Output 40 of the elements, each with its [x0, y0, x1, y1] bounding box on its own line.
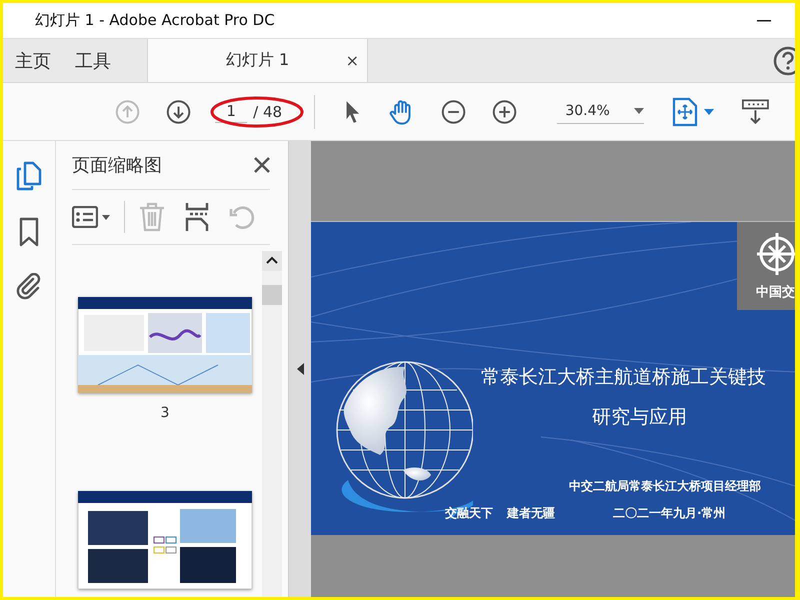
tab[interactable]: 幻灯片 1 ×	[147, 39, 368, 82]
paperclip-icon[interactable]	[15, 273, 43, 301]
minimize-icon[interactable]	[757, 20, 771, 22]
insert-pages-icon[interactable]	[185, 202, 209, 232]
page-count: / 48	[253, 102, 282, 120]
fit-page-icon[interactable]	[672, 96, 698, 126]
keyboard-scroll-icon[interactable]	[742, 98, 770, 126]
caret-icon[interactable]	[704, 108, 714, 114]
zoom-out-icon[interactable]	[441, 98, 466, 126]
zoom-dropdown[interactable]: 30.4%	[557, 99, 644, 124]
pages-icon[interactable]	[16, 161, 42, 191]
thumbnail-options-button[interactable]	[72, 206, 110, 228]
scrollbar[interactable]	[262, 251, 282, 597]
slogan-text: 交融天下	[445, 505, 493, 522]
panel-title: 页面缩略图	[72, 154, 162, 177]
page-thumbnail[interactable]	[78, 297, 252, 393]
scrollbar-thumb[interactable]	[262, 285, 282, 305]
caret-icon	[102, 214, 110, 220]
list-icon	[72, 206, 98, 228]
scroll-up-icon[interactable]	[262, 251, 282, 271]
help-icon[interactable]	[773, 46, 795, 76]
tab[interactable]: 主页	[3, 39, 63, 82]
slogan-text: 建者无疆	[507, 505, 555, 522]
slide-title: 研究与应用	[592, 405, 687, 430]
slide-title: 常泰长江大桥主航道桥施工关键技	[481, 365, 766, 390]
bookmark-icon[interactable]	[19, 217, 39, 247]
close-icon[interactable]	[254, 157, 270, 173]
page-number-label: 3	[160, 405, 170, 421]
page-number-field[interactable]: 1	[215, 100, 248, 123]
collapse-arrow-icon[interactable]	[296, 363, 304, 375]
organization-text: 中交二航局常泰长江大桥项目经理部	[569, 478, 761, 495]
window-title: 幻灯片 1 - Adobe Acrobat Pro DC	[35, 11, 276, 30]
caret-icon	[634, 108, 644, 114]
date-text: 二〇二一年九月·常州	[613, 505, 726, 522]
tab[interactable]: 工具	[63, 39, 123, 82]
page-down-icon[interactable]	[166, 98, 192, 126]
zoom-in-icon[interactable]	[492, 98, 518, 126]
logo-text: 中国交	[756, 284, 795, 301]
page-thumbnail[interactable]	[78, 491, 252, 589]
close-tab-button[interactable]: ×	[346, 51, 359, 70]
